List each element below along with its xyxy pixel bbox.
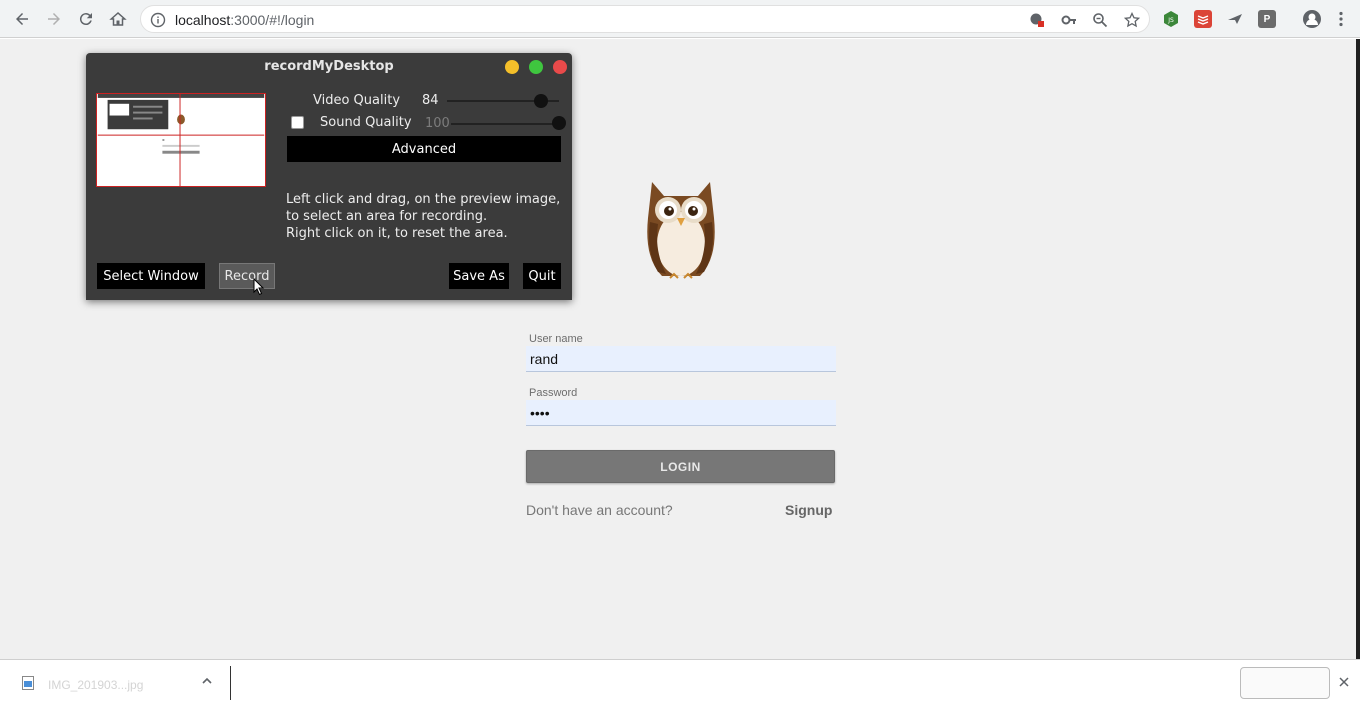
advanced-button[interactable]: Advanced bbox=[287, 136, 561, 162]
window-title: recordMyDesktop bbox=[264, 59, 394, 74]
zoom-icon[interactable] bbox=[1092, 12, 1108, 28]
sound-quality-knob[interactable] bbox=[552, 116, 566, 130]
chevron-up-icon[interactable] bbox=[200, 674, 214, 688]
back-button[interactable] bbox=[10, 7, 34, 31]
maximize-button[interactable] bbox=[529, 60, 543, 74]
plane-extension-icon[interactable] bbox=[1226, 10, 1244, 28]
preview-image[interactable] bbox=[96, 93, 266, 187]
help-line: Left click and drag, on the preview imag… bbox=[286, 192, 561, 207]
profile-avatar-icon[interactable] bbox=[1303, 10, 1321, 28]
recordmydesktop-window: recordMyDesktop Video Quality 84 Sound Q… bbox=[86, 53, 572, 300]
help-line: Right click on it, to reset the area. bbox=[286, 226, 508, 241]
sound-quality-slider[interactable] bbox=[451, 123, 559, 125]
home-button[interactable] bbox=[106, 7, 130, 31]
star-icon[interactable] bbox=[1124, 12, 1140, 28]
help-line: to select an area for recording. bbox=[286, 209, 488, 224]
address-bar[interactable]: localhost:3000/#!/login bbox=[140, 5, 1150, 33]
mouse-cursor-icon bbox=[253, 278, 265, 296]
password-label: Password bbox=[529, 387, 578, 399]
video-quality-label: Video Quality bbox=[313, 93, 401, 108]
image-file-icon bbox=[22, 676, 34, 690]
arrow-left-icon bbox=[16, 13, 28, 25]
save-as-button[interactable]: Save As bbox=[449, 263, 509, 289]
menu-icon[interactable] bbox=[1332, 10, 1350, 28]
help-text: Left click and drag, on the preview imag… bbox=[286, 191, 560, 242]
password-input[interactable] bbox=[526, 400, 836, 426]
show-all-button[interactable] bbox=[1240, 667, 1330, 699]
sound-checkbox[interactable] bbox=[291, 116, 304, 129]
reload-button[interactable] bbox=[74, 7, 98, 31]
blocked-cookie-icon[interactable] bbox=[1029, 12, 1045, 28]
close-icon[interactable] bbox=[1338, 676, 1350, 688]
download-file-name[interactable]: IMG_201903...jpg bbox=[48, 678, 143, 692]
shelf-divider bbox=[230, 666, 231, 700]
video-quality-knob[interactable] bbox=[534, 94, 549, 108]
no-account-text: Don't have an account? bbox=[526, 502, 673, 518]
download-shelf: IMG_201903...jpg bbox=[0, 659, 1360, 704]
url-text: localhost:3000/#!/login bbox=[175, 12, 315, 28]
key-icon[interactable] bbox=[1061, 12, 1077, 28]
username-label: User name bbox=[529, 333, 583, 345]
forward-button[interactable] bbox=[42, 7, 66, 31]
svg-text:JS: JS bbox=[1167, 17, 1174, 24]
window-edge bbox=[1356, 39, 1360, 659]
select-window-button[interactable]: Select Window bbox=[97, 263, 205, 289]
record-button[interactable]: Record bbox=[219, 263, 275, 289]
close-button[interactable] bbox=[553, 60, 567, 74]
sound-quality-label: Sound Quality bbox=[320, 115, 412, 130]
todoist-extension-icon[interactable] bbox=[1194, 10, 1212, 28]
video-quality-value: 84 bbox=[422, 93, 439, 108]
home-icon bbox=[109, 11, 127, 26]
arrow-right-icon bbox=[48, 13, 60, 25]
username-input[interactable] bbox=[526, 346, 836, 372]
quit-button[interactable]: Quit bbox=[523, 263, 561, 289]
nodejs-extension-icon[interactable]: JS bbox=[1162, 10, 1180, 28]
desktop-thumbnail bbox=[97, 94, 265, 186]
login-button[interactable]: LOGIN bbox=[526, 450, 835, 483]
info-icon[interactable] bbox=[150, 12, 166, 28]
sound-quality-value: 100 bbox=[425, 116, 450, 131]
signup-link[interactable]: Signup bbox=[785, 502, 832, 518]
browser-toolbar: localhost:3000/#!/login JS P bbox=[0, 0, 1360, 38]
reload-icon bbox=[79, 13, 92, 26]
p-extension-icon[interactable]: P bbox=[1258, 10, 1276, 28]
owl-logo bbox=[647, 182, 715, 279]
minimize-button[interactable] bbox=[505, 60, 519, 74]
